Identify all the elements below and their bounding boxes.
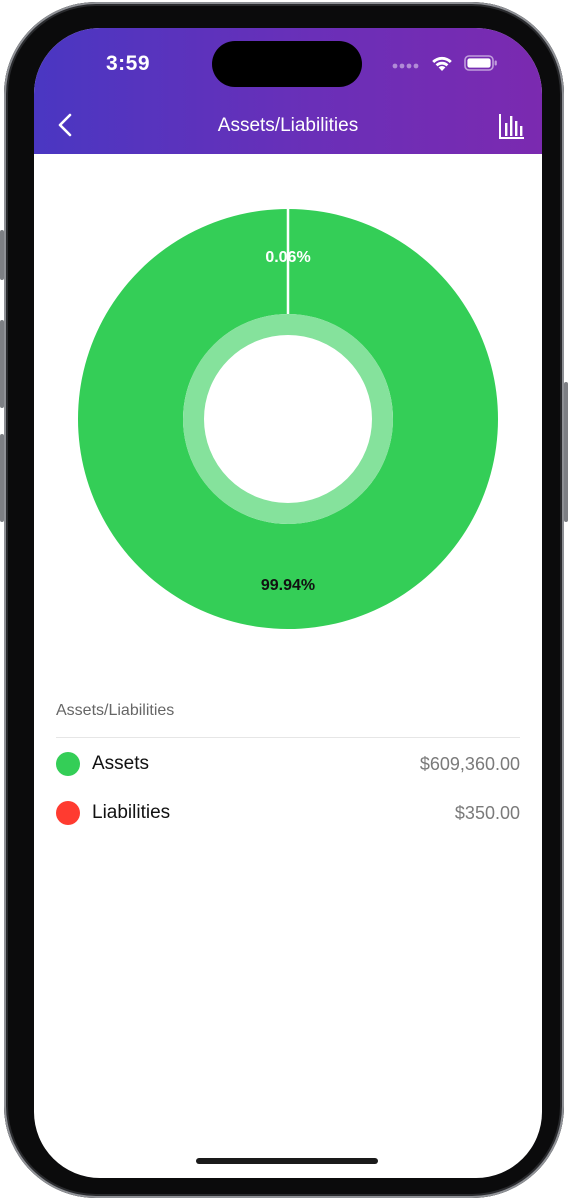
legend-value: $350.00 bbox=[454, 802, 520, 823]
legend-label: Assets bbox=[92, 753, 150, 774]
navigation-header: 3:59 Assets/Liabilities bbox=[34, 28, 542, 154]
data-label-assets-percent: 99.94% bbox=[260, 577, 316, 594]
legend-title: Assets/Liabilities bbox=[56, 702, 175, 719]
bar-chart-icon bbox=[499, 114, 524, 139]
volume-up-button bbox=[0, 320, 4, 408]
wifi-icon bbox=[430, 54, 454, 77]
volume-down-button bbox=[0, 434, 4, 522]
legend-label: Liabilities bbox=[92, 802, 171, 823]
action-button bbox=[0, 230, 4, 280]
legend-value: $609,360.00 bbox=[419, 753, 520, 774]
status-time: 3:59 bbox=[106, 52, 151, 75]
legend-color-dot bbox=[56, 752, 80, 776]
page-title: Assets/Liabilities bbox=[217, 115, 359, 136]
status-icons bbox=[392, 54, 498, 77]
legend-divider bbox=[56, 737, 520, 738]
home-indicator bbox=[196, 1158, 378, 1164]
inner-highlight-ring bbox=[183, 314, 393, 524]
phone-frame: 3:59 Assets/Liabilities 99.94% 0.06% Ass… bbox=[0, 2, 568, 1198]
pie-chart-area: 99.94% 0.06% bbox=[34, 154, 542, 654]
legend-row-assets[interactable]: Assets $609,360.00 bbox=[56, 749, 520, 779]
signal-icon bbox=[392, 57, 420, 75]
legend-row-liabilities[interactable]: Liabilities $350.00 bbox=[56, 798, 520, 828]
screen: 3:59 Assets/Liabilities 99.94% 0.06% Ass… bbox=[34, 28, 542, 1178]
power-button bbox=[564, 382, 568, 522]
legend-color-dot bbox=[56, 801, 80, 825]
chart-view-button[interactable] bbox=[498, 112, 526, 140]
battery-icon bbox=[464, 55, 498, 76]
dynamic-island bbox=[212, 41, 362, 87]
data-label-liabilities-percent: 0.06% bbox=[265, 249, 311, 266]
